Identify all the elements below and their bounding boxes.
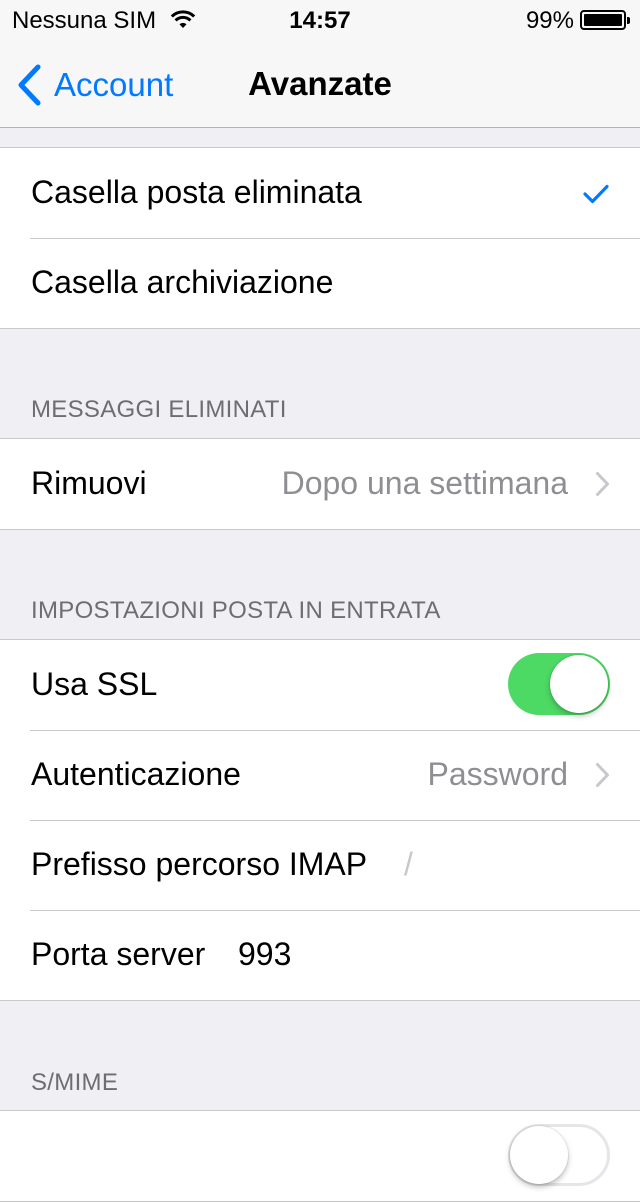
row-detail: Dopo una settimana (281, 465, 568, 501)
row-label: Usa SSL (31, 666, 158, 702)
smime-toggle[interactable] (508, 1124, 610, 1186)
authentication-row[interactable]: Autenticazione Password (0, 730, 640, 820)
section-header-smime: S/MIME (31, 1069, 119, 1096)
navigation-bar: Account Avanzate (0, 40, 640, 128)
row-label: Porta server (31, 936, 206, 972)
server-port-row: Porta server 993 (0, 910, 640, 1000)
row-label: Casella archiviazione (31, 264, 334, 300)
section-header-incoming-settings: IMPOSTAZIONI POSTA IN ENTRATA (31, 597, 441, 624)
row-label: Casella posta eliminata (31, 174, 362, 210)
toggle-knob (550, 655, 608, 713)
section-header-deleted-messages: MESSAGGI ELIMINATI (31, 396, 287, 423)
list-item-archive-mailbox[interactable]: Casella archiviazione (0, 238, 640, 328)
incoming-settings-group: Usa SSL Autenticazione Password Prefisso… (0, 639, 640, 1001)
status-bar: Nessuna SIM 14:57 99% (0, 0, 640, 40)
checkmark-icon (583, 184, 609, 204)
ssl-toggle[interactable] (508, 653, 610, 715)
imap-prefix-row: Prefisso percorso IMAP / (0, 820, 640, 910)
row-label: Autenticazione (31, 756, 241, 792)
page-title: Avanzate (248, 65, 392, 102)
server-port-field[interactable]: 993 (238, 936, 291, 973)
ssl-row: Usa SSL (0, 640, 640, 730)
smime-row (0, 1111, 640, 1201)
row-label: Prefisso percorso IMAP (31, 846, 368, 882)
mailbox-group: Casella posta eliminata Casella archivia… (0, 147, 640, 329)
toggle-knob (510, 1126, 568, 1184)
battery-icon (580, 10, 630, 30)
battery-percent: 99% (525, 7, 574, 34)
smime-group (0, 1110, 640, 1202)
chevron-right-icon (596, 472, 609, 496)
deleted-messages-group: Rimuovi Dopo una settimana (0, 438, 640, 530)
chevron-right-icon (596, 763, 609, 787)
remove-row[interactable]: Rimuovi Dopo una settimana (0, 439, 640, 529)
list-item-deleted-mailbox[interactable]: Casella posta eliminata (0, 148, 640, 238)
row-label: Rimuovi (31, 465, 147, 501)
imap-prefix-field[interactable]: / (404, 846, 413, 883)
row-detail: Password (427, 756, 569, 792)
